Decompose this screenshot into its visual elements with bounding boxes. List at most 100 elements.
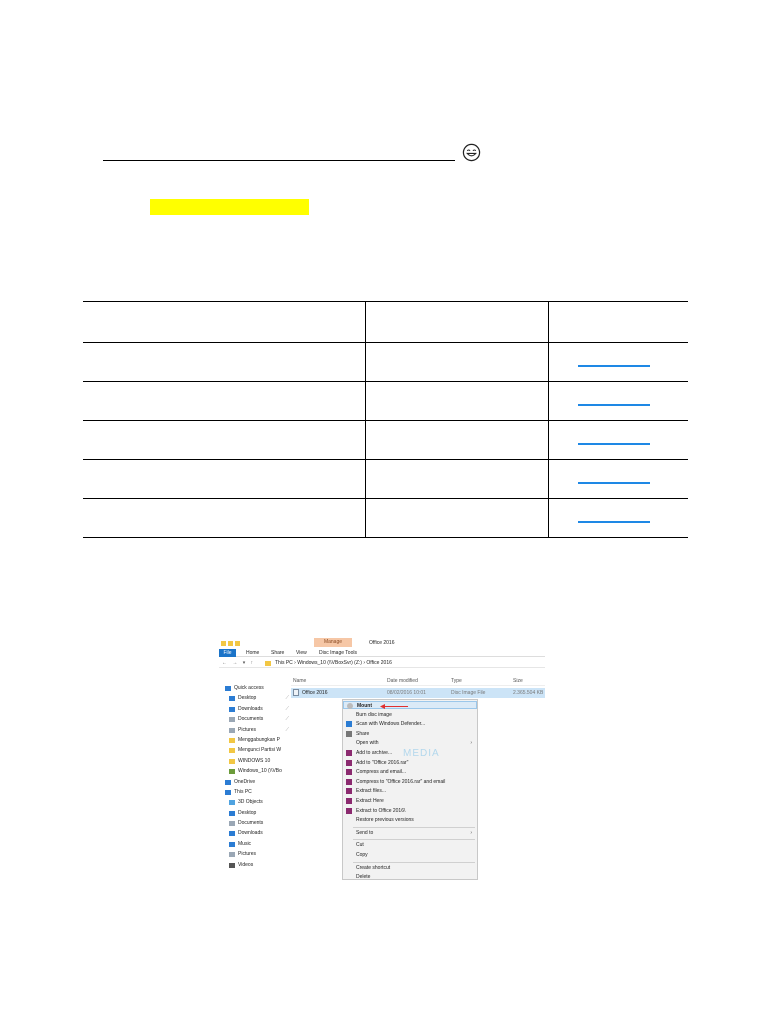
archive-icon xyxy=(346,798,352,804)
nav-item[interactable]: Music xyxy=(225,839,291,849)
menu-item-label: Add to archive... xyxy=(356,750,393,756)
table-row xyxy=(83,420,688,460)
folder-icon xyxy=(229,748,235,754)
nav-item[interactable]: This PC xyxy=(225,787,291,797)
tab-disc-image-tools[interactable]: Disc Image Tools xyxy=(319,650,357,656)
nav-item[interactable]: Documents ⟋ xyxy=(225,714,291,724)
menu-item-label: Burn disc image xyxy=(356,711,392,718)
menu-item[interactable]: Open with › xyxy=(343,739,477,747)
menu-item[interactable]: Add to "Office 2016.rar" xyxy=(343,759,477,767)
menu-item-label: Extract to Office 2016\ xyxy=(356,807,406,814)
menu-item[interactable]: Burn disc image xyxy=(343,711,477,719)
menu-item[interactable]: Compress to "Office 2016.rar" and email xyxy=(343,778,477,786)
table-row xyxy=(83,459,688,499)
menu-item[interactable]: Send to › xyxy=(343,829,477,837)
download-link[interactable] xyxy=(577,365,650,367)
nav-item-label: Desktop xyxy=(238,695,257,702)
tab-share[interactable]: Share xyxy=(271,650,284,656)
quick-access-toolbar[interactable] xyxy=(221,641,245,647)
nav-item[interactable]: Desktop xyxy=(225,808,291,818)
archive-icon xyxy=(346,788,352,795)
nav-item-label: Quick access xyxy=(234,685,264,691)
explorer-screenshot: Manage Office 2016 File Home Share View … xyxy=(219,638,545,880)
menu-item[interactable]: Share xyxy=(343,730,477,738)
star-icon xyxy=(225,686,231,691)
nav-item[interactable]: WINDOWS 10 xyxy=(225,756,291,766)
nav-item-label: Menggabungkan P xyxy=(238,736,280,743)
chevron-right-icon: › xyxy=(470,829,472,836)
menu-item[interactable]: Cut xyxy=(343,841,477,849)
red-arrow-icon xyxy=(380,704,408,709)
nav-item[interactable]: Videos xyxy=(225,860,291,870)
file-row[interactable]: Office 2016 08/02/2016 10:01 Disc Image … xyxy=(291,688,545,698)
menu-item[interactable]: Mount xyxy=(343,701,477,709)
tab-home[interactable]: Home xyxy=(246,650,259,656)
nav-item[interactable]: Quick access xyxy=(225,683,291,693)
menu-item-label: Cut xyxy=(356,842,364,849)
table-row xyxy=(83,342,688,382)
nav-item-label: Pictures xyxy=(238,726,257,733)
disc-icon xyxy=(347,703,353,709)
nav-item[interactable]: Documents xyxy=(225,818,291,828)
download-link[interactable] xyxy=(577,521,650,523)
table-cell xyxy=(547,498,688,538)
menu-item[interactable]: Scan with Windows Defender... xyxy=(343,720,477,728)
music-icon xyxy=(229,841,235,847)
pin-icon: ⟋ xyxy=(285,695,289,702)
column-name[interactable]: Name xyxy=(293,678,306,684)
column-date[interactable]: Date modified xyxy=(387,678,418,684)
navigation-pane: Quick access Desktop ⟋ Downloads ⟋ Documents ⟋… xyxy=(225,683,291,870)
file-date: 08/02/2016 10:01 xyxy=(387,690,426,696)
nav-item[interactable]: Pictures xyxy=(225,849,291,859)
computer-icon xyxy=(225,789,231,795)
nav-item-label: Music xyxy=(238,840,252,847)
document-icon xyxy=(229,717,235,723)
nav-item-label: Desktop xyxy=(238,809,257,816)
folder-icon xyxy=(229,758,235,764)
menu-item-label: Scan with Windows Defender... xyxy=(356,721,426,728)
nav-item[interactable]: Downloads ⟋ xyxy=(225,704,291,714)
navigation-arrows[interactable]: ← → ▾ ↑ xyxy=(222,660,255,666)
menu-item[interactable]: Create shortcut xyxy=(343,864,477,872)
address-bar[interactable]: ← → ▾ ↑ This PC › Windows_10 (\\VBoxSvr)… xyxy=(219,659,545,668)
nav-item[interactable]: OneDrive xyxy=(225,777,291,787)
cloud-icon xyxy=(225,779,231,785)
menu-item[interactable]: Compress and email... xyxy=(343,768,477,776)
nav-item-label: WINDOWS 10 xyxy=(238,757,271,764)
download-link[interactable] xyxy=(577,443,650,445)
cube-icon xyxy=(229,800,235,806)
menu-item[interactable]: Add to archive... xyxy=(343,749,477,757)
download-link[interactable] xyxy=(577,404,650,406)
nav-item[interactable]: Pictures ⟋ xyxy=(225,725,291,735)
menu-item[interactable]: Restore previous versions xyxy=(343,816,477,824)
menu-item-label: Share xyxy=(356,730,370,737)
desktop-icon xyxy=(229,696,235,702)
menu-item[interactable]: Extract files... xyxy=(343,787,477,795)
menu-separator xyxy=(353,826,475,828)
nav-item[interactable]: Windows_10 (\\VBo xyxy=(225,766,291,776)
nav-item[interactable]: Menggabungkan P xyxy=(225,735,291,745)
column-size[interactable]: Size xyxy=(513,678,523,684)
nav-item[interactable]: Mengunci Partisi W xyxy=(225,745,291,755)
menu-item[interactable]: Copy xyxy=(343,851,477,859)
table-cell xyxy=(83,381,365,421)
menu-item-label: Copy xyxy=(356,852,368,858)
file-type: Disc Image File xyxy=(451,690,486,696)
table-cell xyxy=(547,420,688,460)
download-icon xyxy=(229,706,235,712)
nav-item[interactable]: Downloads xyxy=(225,828,291,838)
column-type[interactable]: Type xyxy=(451,678,462,684)
nav-item[interactable]: Desktop ⟋ xyxy=(225,693,291,703)
menu-item[interactable]: Extract Here xyxy=(343,797,477,805)
menu-item[interactable]: Delete xyxy=(343,873,477,880)
tab-file[interactable]: File xyxy=(219,649,236,657)
download-link[interactable] xyxy=(577,482,650,484)
table-row xyxy=(83,498,688,538)
manage-tab[interactable]: Manage xyxy=(314,638,352,647)
tab-view[interactable]: View xyxy=(296,650,307,656)
nav-item[interactable]: 3D Objects xyxy=(225,797,291,807)
menu-item[interactable]: Extract to Office 2016\ xyxy=(343,807,477,815)
table-header-cell xyxy=(364,301,548,343)
breadcrumb[interactable]: This PC › Windows_10 (\\VBoxSvr) (Z:) › … xyxy=(275,660,392,666)
download-icon xyxy=(229,831,235,837)
